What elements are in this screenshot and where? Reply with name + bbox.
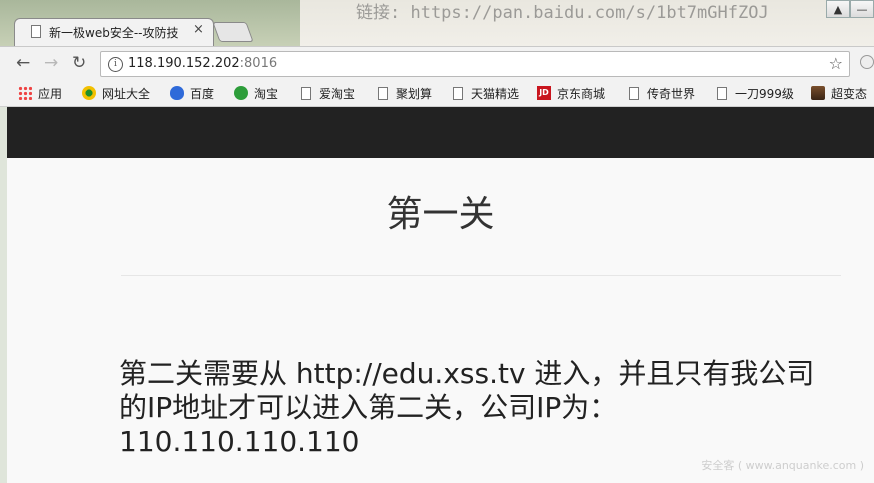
bookmark-chaobiantai[interactable]: 超变态 [811,84,867,102]
bookmark-hao123[interactable]: 网址大全 [82,84,150,102]
page-navbar [7,107,874,158]
browser-tab[interactable]: 新一极web安全--攻防技 × [14,18,214,46]
bookmark-label: 传奇世界 [647,86,696,101]
page-icon [378,86,388,100]
hao123-icon [82,86,96,100]
page-message: 第二关需要从 http://edu.xss.tv 进入，并且只有我公司的IP地址… [119,357,815,458]
bookmark-juhuasuan[interactable]: 聚划算 [378,84,432,102]
back-arrow-icon[interactable]: ← [16,55,30,72]
info-icon[interactable]: i [108,57,123,72]
page-icon [31,25,41,38]
close-icon[interactable]: × [193,22,204,37]
url-port: :8016 [239,56,278,71]
bookmark-yidao[interactable]: 一刀999级 [717,84,794,102]
background-window-text: 链接: https://pan.baidu.com/s/1bt7mGHfZOJ [356,3,769,23]
bookmark-label: 应用 [38,86,63,101]
window-edge [0,107,7,483]
avatar-icon [811,86,825,100]
browser-toolbar: ← → ↻ i 118.190.152.202:8016 ☆ [0,46,874,81]
divider [121,275,841,276]
bookmark-label: 一刀999级 [735,86,794,101]
forward-arrow-icon[interactable]: → [44,55,58,72]
page-icon [717,86,727,100]
watermark: 安全客 ( www.anquanke.com ) [701,459,864,472]
minimize-icon[interactable]: — [850,0,874,18]
bookmarks-bar: 应用 网址大全 百度 淘宝 爱淘宝 聚划算 天猫精选 JD 京东商城 传奇世界 … [0,80,874,107]
page-icon [453,86,463,100]
bookmark-label: 百度 [190,86,215,101]
baidu-paw-icon [170,86,184,100]
bookmark-label: 淘宝 [254,86,279,101]
bookmark-label: 超变态 [831,86,868,101]
tab-title: 新一极web安全--攻防技 [49,26,179,40]
bookmark-label: 网址大全 [102,86,151,101]
extension-icon[interactable] [860,55,874,69]
reload-icon[interactable]: ↻ [72,55,86,72]
bookmark-aitaobao[interactable]: 爱淘宝 [301,84,355,102]
bookmark-label: 天猫精选 [471,86,520,101]
page-icon [301,86,311,100]
restore-icon[interactable]: ▲ [826,0,850,18]
bookmark-jd[interactable]: JD 京东商城 [537,84,605,102]
bookmark-apps[interactable]: 应用 [18,84,62,102]
bookmark-taobao[interactable]: 淘宝 [234,84,278,102]
url-text[interactable]: 118.190.152.202:8016 [128,56,277,71]
bookmark-label: 爱淘宝 [319,86,356,101]
new-tab-button[interactable] [212,22,254,42]
window-controls: ▲ — [826,0,874,20]
page-icon [629,86,639,100]
bookmark-label: 聚划算 [396,86,433,101]
bookmark-chuanqi[interactable]: 传奇世界 [629,84,695,102]
taobao-icon [234,86,248,100]
web-page: 第一关 第二关需要从 http://edu.xss.tv 进入，并且只有我公司的… [7,107,874,483]
star-icon[interactable]: ☆ [829,54,843,73]
page-title: 第一关 [386,194,495,235]
apps-grid-icon [18,86,32,100]
address-bar[interactable]: i 118.190.152.202:8016 ☆ [100,51,850,77]
bookmark-baidu[interactable]: 百度 [170,84,214,102]
title-bar: 链接: https://pan.baidu.com/s/1bt7mGHfZOJ … [0,0,874,46]
bookmark-label: 京东商城 [557,86,606,101]
url-host: 118.190.152.202 [128,56,240,71]
bookmark-tmall[interactable]: 天猫精选 [453,84,519,102]
jd-icon: JD [537,86,551,100]
